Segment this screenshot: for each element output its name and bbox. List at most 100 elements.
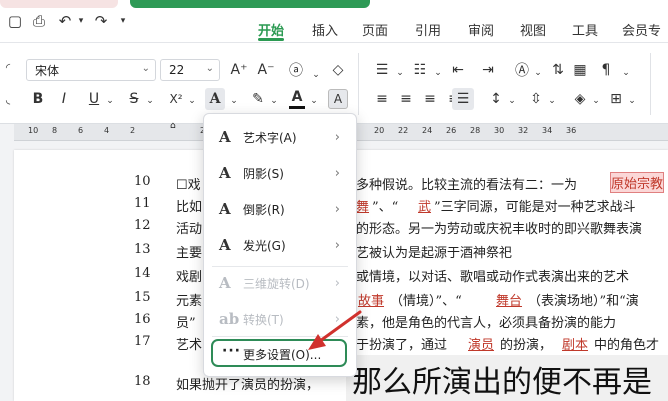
chevron-down-icon[interactable]: ⌄ [306,65,326,85]
chevron-down-icon: ⌄ [205,63,214,74]
document-tab-previous[interactable] [0,0,118,8]
ribbon: ◜ ◟ 宋体 ⌄ 22 ⌄ A⁺ A⁻ ⓐ ⌄ ◇ B I U ⌄ S ⌄ X²… [0,42,668,124]
menu-item-label: 阴影(S) [243,166,284,181]
tab-references[interactable]: 引用 [415,20,441,39]
ribbon-scroll-left-icon-2[interactable]: ◟ [0,89,18,109]
ruler-tick: 26 [446,126,457,135]
chevron-right-icon: › [334,129,340,145]
chevron-down-icon[interactable]: ⌄ [622,91,642,111]
ribbon-scroll-left-icon[interactable]: ◜ [0,57,18,77]
ruler-tick: 32 [518,126,529,135]
tab-insert[interactable]: 插入 [312,20,338,39]
ruler-tick: 24 [422,126,433,135]
doc-line-text: ”、“ [372,200,399,215]
doc-line-start: 主要 [176,246,203,261]
menu-item-reflection[interactable]: A 倒影(R) › [204,192,356,226]
chevron-down-icon[interactable]: ⌄ [390,63,410,83]
chevron-down-icon[interactable]: ⌄ [224,91,244,111]
text-effect-menu: A 艺术字(A) › A 阴影(S) › A 倒影(R) › A 发光(G) ›… [203,113,357,377]
redo-icon[interactable]: ↷ [92,12,110,30]
tab-page[interactable]: 页面 [362,20,388,39]
font-name-value: 宋体 [35,63,60,78]
chevron-down-icon[interactable]: ⌄ [304,91,324,111]
quick-access-more-icon[interactable]: ▾ [114,12,132,30]
underlined-term: 武 [418,200,432,215]
sort-icon[interactable]: ⇅ [548,60,568,80]
bold-button[interactable]: B [28,89,48,109]
font-size-value: 22 [169,63,185,77]
underlined-term: 舞 [356,200,370,215]
bullet-list-icon[interactable]: ☰ [372,60,392,80]
clear-format-icon[interactable]: ◇ [328,60,348,80]
line-number: 14 [134,266,151,281]
tab-view[interactable]: 视图 [520,20,546,39]
chevron-down-icon[interactable]: ⌄ [264,91,284,111]
tab-tools[interactable]: 工具 [572,20,598,39]
ruler-tick: 36 [566,126,577,135]
underlined-term: 剧本 [562,338,589,353]
line-number: 13 [134,242,151,257]
underlined-term: 舞台 [496,294,523,309]
document-tab-active[interactable] [130,0,370,8]
chevron-down-icon[interactable]: ⌄ [528,63,548,83]
print-preview-icon[interactable]: ▢ [6,12,24,30]
menu-item-3d-rotation: A 三维旋转(D) › [204,266,356,300]
show-marks-icon[interactable]: ▦ [570,60,590,80]
distributed-align-button[interactable]: ☰ [452,88,474,110]
title-bar: ▢ ⎙ ↶ ▾ ↷ ▾ 开始 插入 页面 引用 审阅 视图 工具 会员专享 [0,0,668,58]
chevron-right-icon: › [334,275,340,291]
tab-home[interactable]: 开始 [258,20,284,39]
print-icon[interactable]: ⎙ [30,12,48,30]
increase-indent-icon[interactable]: ⇥ [478,60,498,80]
font-name-select[interactable]: 宋体 ⌄ [26,59,156,81]
indent-marker-icon[interactable]: ⌂ [170,121,176,131]
chevron-down-icon[interactable]: ⌄ [586,91,606,111]
line-number: 15 [134,290,151,305]
chevron-down-icon[interactable]: ⌄ [182,91,202,111]
ribbon-separator [650,53,651,115]
menu-item-label: 转换(T) [243,312,284,327]
art-text-icon: A [219,128,231,146]
3d-rotation-icon: A [219,274,231,292]
menu-separator [212,336,348,337]
align-right-icon[interactable]: ≡ [420,89,440,109]
doc-line-start: 活动 [176,222,203,237]
chevron-down-icon[interactable]: ⌄ [100,91,120,111]
menu-item-label: 艺术字(A) [243,130,297,145]
decrease-indent-icon[interactable]: ⇤ [448,60,468,80]
menu-item-label: 三维旋转(D) [243,276,310,291]
align-center-icon[interactable]: ≡ [396,89,416,109]
ruler-tick: 20 [374,126,385,135]
menu-item-art-text[interactable]: A 艺术字(A) › [204,120,356,154]
font-size-select[interactable]: 22 ⌄ [160,59,220,81]
phonetic-guide-icon[interactable]: ⓐ [286,60,306,80]
menu-item-shadow[interactable]: A 阴影(S) › [204,156,356,190]
text-effect-button[interactable]: A [205,88,225,110]
align-left-icon[interactable]: ≡ [372,89,392,109]
chevron-down-icon[interactable]: ⌄ [616,63,636,83]
chevron-down-icon[interactable]: ⌄ [140,91,160,111]
doc-line-text: 的扮演， [500,338,553,353]
menu-item-glow[interactable]: A 发光(G) › [204,228,356,262]
doc-line-text: （表演场地）”和“演 [528,294,639,309]
chevron-down-icon[interactable]: ⌄ [502,91,522,111]
more-icon: ··· [222,343,241,359]
active-tab-indicator [258,38,284,41]
chevron-down-icon[interactable]: ⌄ [428,63,448,83]
grow-font-button[interactable]: A⁺ [229,60,249,80]
character-border-button[interactable]: A [328,89,348,109]
ruler-tick: 2 [130,126,136,135]
glow-icon: A [219,236,231,254]
doc-line-text: 或情境，以对话、歌唱或动作式表演出来的艺术 [356,270,630,285]
numbered-list-icon[interactable]: ☷ [410,60,430,80]
more-settings-button[interactable]: ··· 更多设置(O)... [211,339,347,367]
italic-button[interactable]: I [54,89,74,109]
shadow-icon: A [219,164,231,182]
ruler-tick: 8 [52,126,58,135]
undo-dropdown-icon[interactable]: ▾ [72,12,90,30]
ruler-tick: 4 [104,126,110,135]
chevron-down-icon[interactable]: ⌄ [542,91,562,111]
paragraph-icon[interactable]: ¶ [596,60,616,80]
shrink-font-button[interactable]: A⁻ [256,60,276,80]
tab-review[interactable]: 审阅 [468,20,494,39]
